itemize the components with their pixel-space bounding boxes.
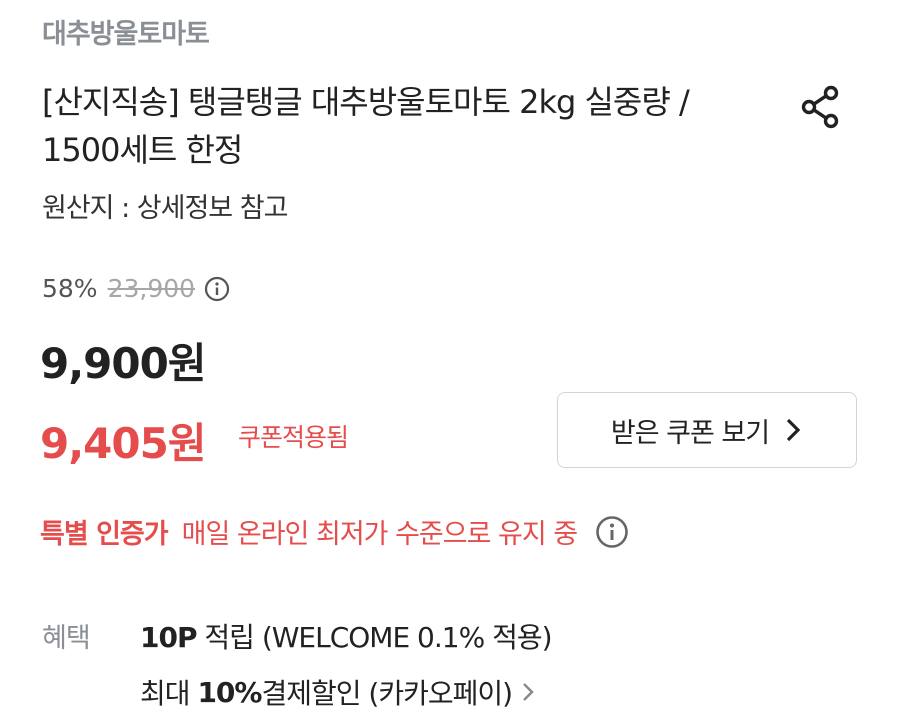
view-coupons-button[interactable]: 받은 쿠폰 보기 [557, 392, 857, 468]
chevron-right-icon [783, 416, 803, 444]
discount-row: 58% 23,900 [42, 274, 231, 303]
view-coupons-label: 받은 쿠폰 보기 [610, 417, 770, 449]
discount-amount: 10% [197, 675, 262, 709]
product-title: [산지직송] 탱글탱글 대추방울토마토 2kg 실중량 / 1500세트 한정 [42, 83, 690, 169]
special-price-badge: 특별 인증가 [40, 519, 169, 550]
share-icon [801, 85, 839, 129]
points-benefit: 10P 적립 (WELCOME 0.1% 적용) [140, 616, 553, 656]
info-icon [204, 276, 230, 301]
benefits-label: 혜택 [42, 623, 91, 654]
discount-prefix: 최대 [140, 677, 191, 710]
points-amount: 10P [140, 621, 197, 654]
chevron-right-icon [520, 679, 536, 705]
payment-discount-benefit[interactable]: 최대 10% 결제할인 (카카오페이) [140, 672, 536, 712]
discount-rate: 58% [42, 274, 98, 303]
coupon-applied-label: 쿠폰적용됨 [238, 423, 349, 452]
sale-price: 9,900원 [40, 339, 206, 388]
coupon-price: 9,405원 [40, 419, 206, 468]
product-detail-page: 대추방울토마토 [산지직송] 탱글탱글 대추방울토마토 2kg 실중량 / 15… [0, 0, 900, 721]
lowest-price-notice: 특별 인증가 매일 온라인 최저가 수준으로 유지 중 [40, 512, 629, 551]
lowest-price-text: 매일 온라인 최저가 수준으로 유지 중 [181, 519, 579, 550]
info-icon [596, 515, 628, 548]
store-name-link[interactable]: 대추방울토마토 [42, 12, 210, 51]
lowest-price-info-button[interactable] [595, 515, 629, 549]
original-price: 23,900 [107, 274, 196, 303]
price-info-button[interactable] [203, 275, 231, 303]
origin-info: 원산지 : 상세정보 참고 [42, 193, 288, 224]
points-text: 적립 (WELCOME 0.1% 적용) [196, 621, 552, 654]
share-button[interactable] [796, 82, 846, 132]
discount-text: 결제할인 (카카오페이) [261, 677, 513, 710]
